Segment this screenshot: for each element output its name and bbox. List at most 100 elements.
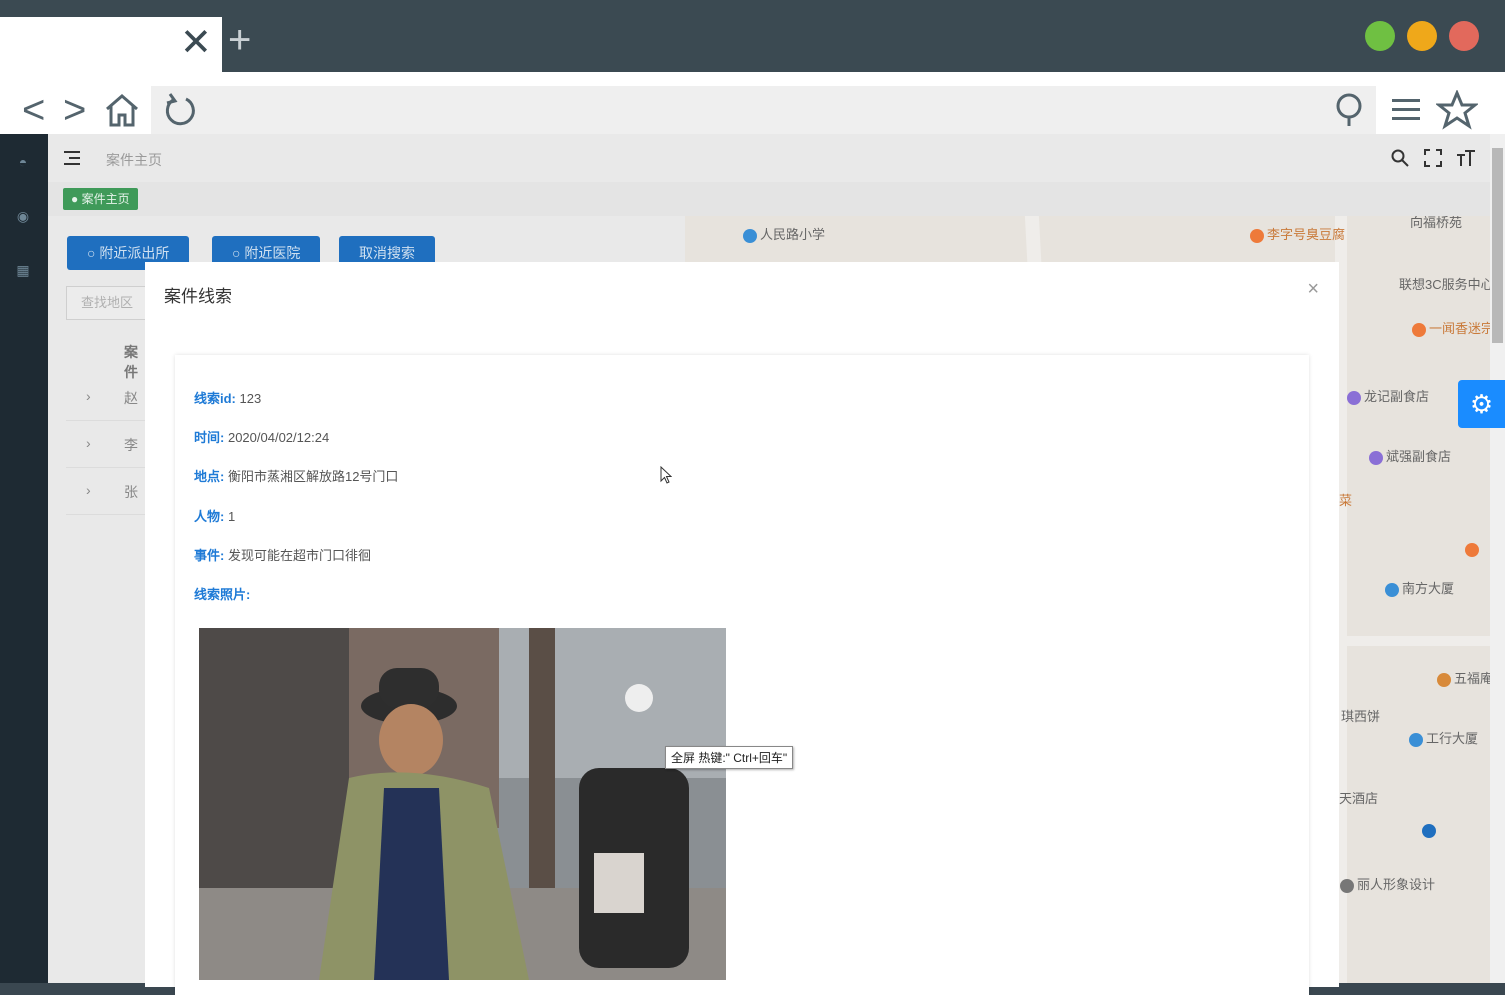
- url-bar[interactable]: [151, 86, 1376, 134]
- poi-label: 南方大厦: [1402, 581, 1455, 596]
- tag-case-home[interactable]: ● 案件主页: [63, 188, 138, 210]
- modal-close-icon[interactable]: ×: [1307, 278, 1319, 301]
- poi-crab[interactable]: 一闻香迷宗蟹: [1412, 318, 1490, 337]
- window-green-button[interactable]: [1365, 21, 1395, 51]
- expand-icon[interactable]: ›: [86, 435, 91, 451]
- home-icon[interactable]: [104, 92, 140, 128]
- table-header: 案件: [66, 328, 146, 380]
- field-label: 线索id:: [194, 391, 236, 406]
- poi-xiangfu[interactable]: 向福桥苑: [1410, 216, 1462, 231]
- clue-modal: 案件线索 × 线索id: 123 时间: 2020/04/02/12:24 地点…: [145, 262, 1339, 995]
- button-label: 附近医院: [244, 245, 301, 261]
- table-row[interactable]: › 张: [66, 468, 146, 515]
- poi-icbc[interactable]: 工行大厦: [1409, 728, 1478, 747]
- search-icon[interactable]: [1391, 149, 1409, 167]
- field-value: 1: [227, 509, 236, 524]
- font-size-icon[interactable]: [1456, 149, 1476, 167]
- reload-icon[interactable]: [161, 91, 199, 129]
- forward-icon[interactable]: >: [63, 90, 86, 130]
- modal-title: 案件线索: [164, 287, 232, 306]
- field-value: 2020/04/02/12:24: [227, 430, 330, 445]
- sidebar: ◓ ◉ ▦: [0, 134, 48, 983]
- field-value: 衡阳市蒸湘区解放路12号门口: [227, 469, 399, 484]
- breadcrumb: 案件主页: [106, 152, 162, 168]
- scrollbar-thumb[interactable]: [1492, 148, 1503, 343]
- field-person: 人物: 1: [194, 506, 235, 525]
- poi-label: 龙记副食店: [1364, 389, 1430, 404]
- field-label: 线索照片:: [194, 587, 251, 602]
- star-icon[interactable]: [1436, 90, 1478, 130]
- row-name: 赵: [124, 390, 138, 406]
- poi-binqiang[interactable]: 斌强副食店: [1369, 446, 1451, 465]
- mouse-cursor-icon: [660, 466, 672, 484]
- fullscreen-tooltip: 全屏 热键:" Ctrl+回车": [665, 746, 794, 769]
- expand-icon[interactable]: ›: [86, 388, 91, 404]
- poi-label: 丽人形象设计: [1357, 877, 1436, 892]
- poi-label: 李字号臭豆腐: [1267, 227, 1346, 242]
- tab-close-icon[interactable]: ✕: [180, 24, 212, 62]
- app-header: 案件主页: [48, 134, 1490, 182]
- browser-tabbar: ✕ +: [0, 0, 1505, 72]
- menu-toggle-icon[interactable]: [64, 150, 82, 166]
- back-icon[interactable]: <: [22, 90, 45, 130]
- button-label: 附近派出所: [99, 245, 170, 261]
- temple-marker-icon: [1437, 672, 1451, 687]
- tag-label: 案件主页: [81, 192, 130, 206]
- expand-icon[interactable]: ›: [86, 482, 91, 498]
- window-yellow-button[interactable]: [1407, 21, 1437, 51]
- field-label: 时间:: [194, 430, 225, 445]
- poi-wufu[interactable]: 五福庵: [1437, 668, 1490, 687]
- field-event: 事件: 发现可能在超市门口徘徊: [194, 545, 371, 564]
- field-photo-label: 线索照片:: [194, 584, 250, 603]
- school-marker-icon: [743, 228, 757, 243]
- new-tab-icon[interactable]: +: [228, 20, 251, 60]
- food-marker-icon: [1412, 322, 1426, 337]
- eye-icon[interactable]: ◉: [14, 208, 32, 226]
- browser-tab[interactable]: ✕: [0, 17, 222, 72]
- poi-bakery[interactable]: 琪西饼: [1341, 706, 1380, 725]
- poi-hotel[interactable]: 天酒店: [1339, 788, 1378, 807]
- field-value: 123: [239, 391, 262, 406]
- table-row[interactable]: › 赵: [66, 374, 146, 421]
- poi-lenovo[interactable]: 联想3C服务中心: [1399, 274, 1490, 293]
- food-marker-icon: [1465, 543, 1479, 557]
- tags-bar: ● 案件主页: [48, 182, 1490, 216]
- poi-label: 琪西饼: [1341, 709, 1381, 724]
- clue-photo[interactable]: [199, 628, 726, 980]
- page-scrollbar[interactable]: [1490, 134, 1505, 983]
- field-label: 事件:: [194, 548, 225, 563]
- fullscreen-icon[interactable]: [1424, 149, 1442, 167]
- poi-cai[interactable]: 菜: [1339, 490, 1352, 509]
- poi-label: 一闻香迷宗蟹: [1429, 321, 1490, 336]
- row-name: 李: [124, 437, 138, 453]
- dashboard-icon[interactable]: ◓: [14, 154, 32, 172]
- button-label: 取消搜索: [359, 245, 415, 261]
- salon-marker-icon: [1340, 878, 1354, 893]
- field-value: 发现可能在超市门口徘徊: [227, 548, 371, 563]
- clue-photo-image: [199, 628, 726, 980]
- table-row[interactable]: › 李: [66, 421, 146, 468]
- building-marker-icon: [1409, 732, 1423, 747]
- poi-label: 人民路小学: [760, 227, 826, 242]
- field-clue-id: 线索id: 123: [194, 388, 261, 407]
- menu-icon[interactable]: [1390, 96, 1422, 124]
- shop-marker-icon: [1369, 450, 1383, 465]
- shop-marker-icon: [1347, 390, 1361, 405]
- settings-gear-icon[interactable]: ⚙: [1458, 380, 1505, 428]
- poi-nanfang[interactable]: 南方大厦: [1385, 578, 1454, 597]
- browser-navbar: < >: [0, 72, 1505, 134]
- poi-longji[interactable]: 龙记副食店: [1347, 386, 1429, 405]
- window-red-button[interactable]: [1449, 21, 1479, 51]
- search-area-input[interactable]: 查找地区: [66, 286, 157, 320]
- field-label: 人物:: [194, 509, 225, 524]
- location-pin-icon[interactable]: [1333, 92, 1365, 128]
- grid-icon[interactable]: ▦: [14, 262, 32, 280]
- poi-label: 五福庵: [1454, 671, 1490, 686]
- poi-label: 联想3C服务中心: [1399, 277, 1490, 292]
- poi-tofu[interactable]: 李字号臭豆腐: [1250, 224, 1345, 243]
- poi-salon[interactable]: 丽人形象设计: [1340, 874, 1435, 893]
- poi-school[interactable]: 人民路小学: [743, 224, 825, 243]
- poi-label: 工行大厦: [1426, 731, 1479, 746]
- food-marker-icon: [1250, 228, 1264, 243]
- parking-marker-icon: [1422, 824, 1436, 838]
